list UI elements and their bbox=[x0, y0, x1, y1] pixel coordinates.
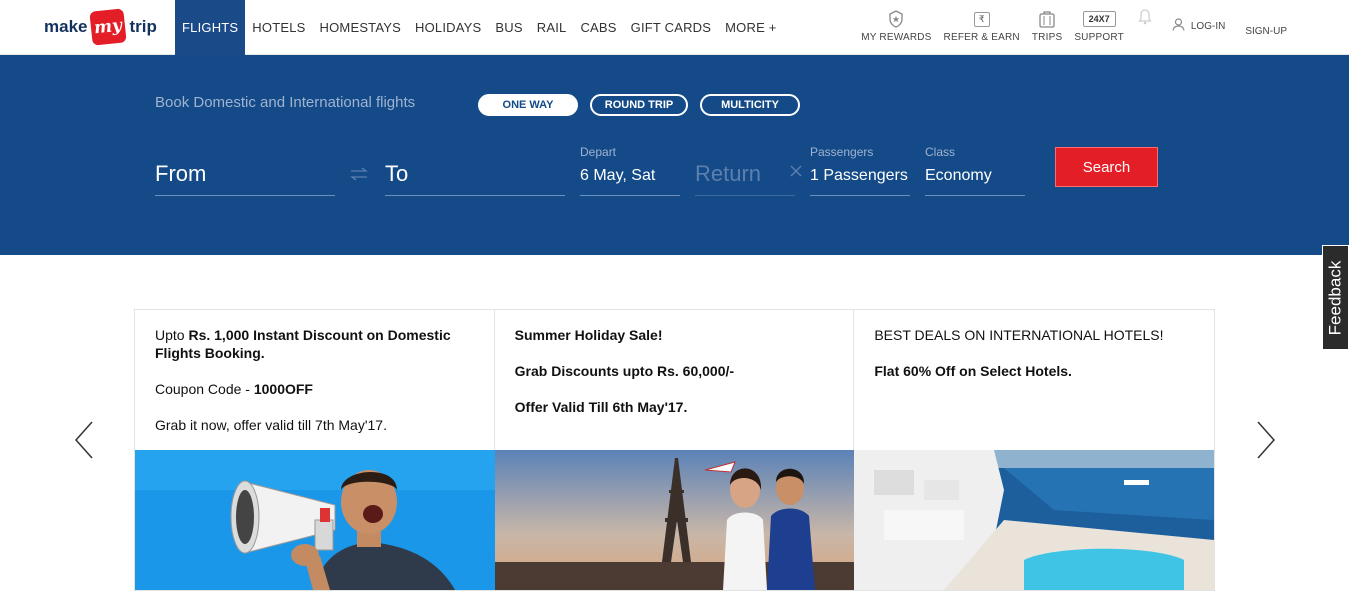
class-value: Economy bbox=[925, 167, 992, 184]
nav-item-more[interactable]: MORE + bbox=[718, 0, 783, 55]
offer-headline-bold: Rs. 1,000 Instant Discount on Domestic F… bbox=[155, 327, 451, 361]
header-utilities: MY REWARDS ₹ REFER & EARN TRIPS 24X7 SUP… bbox=[855, 0, 1287, 55]
offer-coupon: Coupon Code - 1000OFF bbox=[155, 380, 474, 398]
bell-icon[interactable] bbox=[1138, 0, 1152, 30]
depart-label: Depart bbox=[580, 145, 617, 159]
offer-discount: Grab Discounts upto Rs. 60,000/- bbox=[514, 363, 735, 379]
support-24x7-icon: 24X7 bbox=[1082, 10, 1116, 28]
offer-prefix: Upto bbox=[155, 327, 189, 343]
user-icon bbox=[1172, 18, 1185, 34]
santorini-pool-image bbox=[854, 450, 1215, 590]
carousel-prev-arrow-icon[interactable] bbox=[72, 418, 96, 462]
trip-type-selector: ONE WAY ROUND TRIP MULTICITY bbox=[478, 94, 812, 116]
nav-item-homestays[interactable]: HOMESTAYS bbox=[313, 0, 409, 55]
eiffel-tower-couple-image bbox=[494, 450, 855, 590]
depart-field[interactable]: Depart 6 May, Sat bbox=[580, 145, 680, 196]
offer-validity: Offer Valid Till 6th May'17. bbox=[514, 399, 688, 415]
offer-text: BEST DEALS ON INTERNATIONAL HOTELS! Flat… bbox=[874, 326, 1194, 398]
logo-badge-my: my bbox=[89, 8, 128, 46]
rupee-glyph: ₹ bbox=[973, 11, 990, 27]
search-tagline: Book Domestic and International flights bbox=[155, 94, 416, 111]
offer-text: Summer Holiday Sale! Grab Discounts upto… bbox=[515, 326, 834, 434]
support-link[interactable]: 24X7 SUPPORT bbox=[1074, 0, 1124, 43]
clear-return-icon[interactable] bbox=[789, 161, 803, 184]
depart-value: 6 May, Sat bbox=[580, 167, 656, 184]
return-placeholder: Return bbox=[695, 161, 762, 186]
trips-link[interactable]: TRIPS bbox=[1032, 0, 1062, 43]
offer-title: Summer Holiday Sale! bbox=[514, 327, 663, 343]
nav-item-holidays[interactable]: HOLIDAYS bbox=[408, 0, 488, 55]
passengers-field[interactable]: Passengers 1 Passengers bbox=[810, 145, 910, 196]
class-field[interactable]: Class Economy bbox=[925, 145, 1025, 196]
offer-deal: Flat 60% Off on Select Hotels. bbox=[874, 363, 1072, 379]
trip-type-round-trip[interactable]: ROUND TRIP bbox=[590, 94, 688, 116]
class-label: Class bbox=[925, 145, 956, 159]
from-field[interactable]: From bbox=[155, 145, 335, 196]
signup-link[interactable]: SIGN-UP bbox=[1245, 0, 1287, 37]
coupon-code: 1000OFF bbox=[253, 381, 313, 397]
offer-card-international-hotels[interactable]: BEST DEALS ON INTERNATIONAL HOTELS! Flat… bbox=[854, 310, 1215, 590]
return-field[interactable]: Return bbox=[695, 145, 795, 196]
coupon-prefix: Coupon Code - bbox=[155, 381, 254, 397]
flight-search-panel: Book Domestic and International flights … bbox=[0, 55, 1349, 255]
support-24x7-box: 24X7 bbox=[1082, 11, 1116, 27]
top-header: make my trip FLIGHTS HOTELS HOMESTAYS HO… bbox=[0, 0, 1349, 55]
logo-text-make: make bbox=[44, 17, 88, 36]
offer-validity: Grab it now, offer valid till 7th May'17… bbox=[155, 417, 387, 433]
offer-headline: Upto Rs. 1,000 Instant Discount on Domes… bbox=[155, 326, 474, 362]
trip-type-one-way[interactable]: ONE WAY bbox=[478, 94, 578, 116]
login-label: LOG-IN bbox=[1190, 20, 1226, 32]
passengers-label: Passengers bbox=[810, 145, 874, 159]
trips-label: TRIPS bbox=[1031, 32, 1063, 43]
rupee-note-icon: ₹ bbox=[973, 10, 990, 28]
nav-item-rail[interactable]: RAIL bbox=[530, 0, 574, 55]
offer-card-domestic-flights[interactable]: Upto Rs. 1,000 Instant Discount on Domes… bbox=[135, 310, 495, 590]
passengers-value: 1 Passengers bbox=[810, 167, 908, 184]
feedback-tab[interactable]: Feedback bbox=[1322, 245, 1349, 350]
feedback-label: Feedback bbox=[1325, 260, 1345, 335]
trip-type-multicity[interactable]: MULTICITY bbox=[700, 94, 800, 116]
makemytrip-logo[interactable]: make my trip bbox=[44, 8, 157, 46]
offer-title: BEST DEALS ON INTERNATIONAL HOTELS! bbox=[874, 327, 1164, 343]
logo-text-trip: trip bbox=[129, 17, 157, 36]
to-placeholder: To bbox=[385, 161, 409, 186]
offers-carousel: Upto Rs. 1,000 Instant Discount on Domes… bbox=[134, 309, 1215, 591]
main-nav: FLIGHTS HOTELS HOMESTAYS HOLIDAYS BUS RA… bbox=[175, 0, 784, 55]
to-field[interactable]: To bbox=[385, 145, 565, 196]
nav-item-gift-cards[interactable]: GIFT CARDS bbox=[624, 0, 719, 55]
badge-icon bbox=[888, 10, 904, 28]
my-rewards-link[interactable]: MY REWARDS bbox=[861, 0, 931, 43]
login-link[interactable]: LOG-IN bbox=[1172, 0, 1225, 34]
nav-item-cabs[interactable]: CABS bbox=[573, 0, 623, 55]
nav-item-flights[interactable]: FLIGHTS bbox=[175, 0, 246, 55]
refer-earn-label: REFER & EARN bbox=[943, 32, 1020, 43]
refer-earn-link[interactable]: ₹ REFER & EARN bbox=[944, 0, 1020, 43]
my-rewards-label: MY REWARDS bbox=[861, 32, 932, 43]
megaphone-man-image bbox=[135, 450, 495, 590]
offer-text: Upto Rs. 1,000 Instant Discount on Domes… bbox=[155, 326, 474, 452]
nav-item-bus[interactable]: BUS bbox=[488, 0, 529, 55]
nav-item-hotels[interactable]: HOTELS bbox=[245, 0, 312, 55]
suitcase-icon bbox=[1038, 10, 1056, 28]
swap-icon[interactable] bbox=[349, 166, 369, 187]
offer-card-summer-sale[interactable]: Summer Holiday Sale! Grab Discounts upto… bbox=[494, 310, 855, 590]
from-placeholder: From bbox=[155, 161, 207, 186]
support-label: SUPPORT bbox=[1074, 32, 1124, 43]
search-button[interactable]: Search bbox=[1055, 147, 1158, 187]
carousel-next-arrow-icon[interactable] bbox=[1254, 418, 1278, 462]
